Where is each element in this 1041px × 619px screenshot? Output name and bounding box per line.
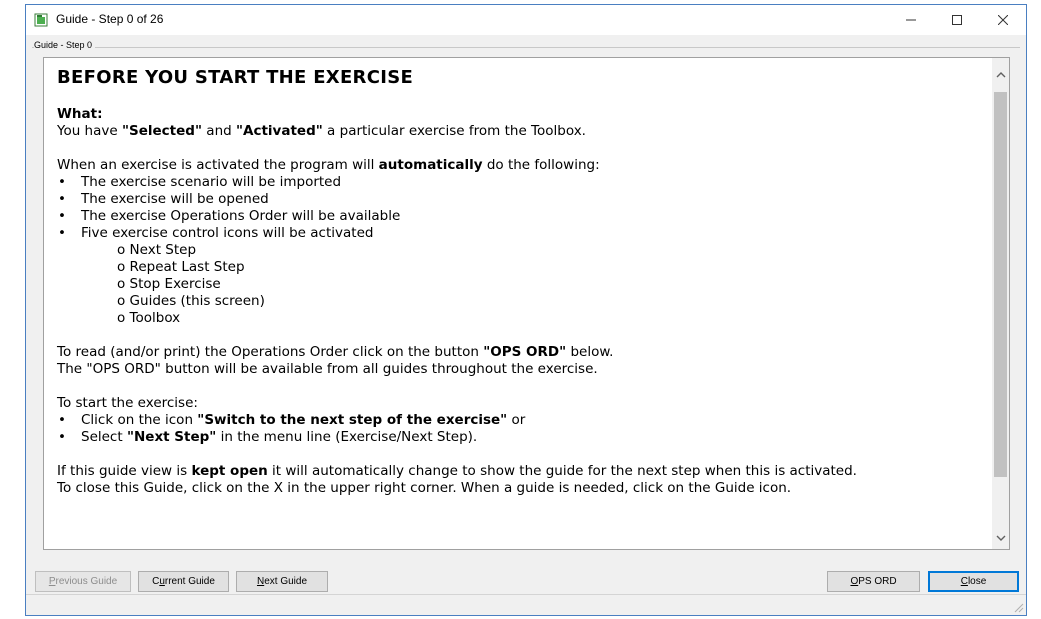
what-text: You have "Selected" and "Activated" a pa… bbox=[57, 123, 586, 139]
what-label: What: bbox=[57, 106, 103, 122]
minimize-button[interactable] bbox=[888, 5, 934, 35]
list-item: Select "Next Step" in the menu line (Exe… bbox=[57, 429, 987, 446]
list-item: Click on the icon "Switch to the next st… bbox=[57, 412, 987, 429]
list-item: o Toolbox bbox=[117, 310, 181, 326]
guide-content-panel[interactable]: BEFORE YOU START THE EXERCISE What: You … bbox=[43, 57, 1010, 550]
maximize-icon bbox=[952, 15, 962, 25]
close-icon bbox=[998, 15, 1008, 25]
status-bar bbox=[26, 594, 1026, 615]
list-item: The exercise will be opened bbox=[57, 191, 987, 208]
previous-guide-button[interactable]: Previous Guide bbox=[35, 571, 131, 592]
title-bar[interactable]: Guide - Step 0 of 26 bbox=[26, 5, 1026, 35]
current-guide-button[interactable]: Cu rrent Guide bbox=[138, 571, 229, 592]
scrollbar-thumb[interactable] bbox=[994, 92, 1007, 477]
ops-ord-button[interactable]: O PS ORD bbox=[827, 571, 920, 592]
opsord-text: To read (and/or print) the Operations Or… bbox=[57, 344, 614, 360]
auto-text: When an exercise is activated the progra… bbox=[57, 157, 600, 173]
scroll-down-button[interactable] bbox=[992, 530, 1009, 547]
start-bullet-list: Click on the icon "Switch to the next st… bbox=[57, 412, 987, 446]
guide-document: BEFORE YOU START THE EXERCISE What: You … bbox=[57, 66, 987, 497]
close-button[interactable]: Close bbox=[928, 571, 1019, 592]
list-item: o Repeat Last Step bbox=[117, 259, 245, 275]
control-icons-list: o Next Step o Repeat Last Step o Stop Ex… bbox=[57, 242, 987, 327]
auto-bullet-list: The exercise scenario will be imported T… bbox=[57, 174, 987, 242]
chevron-down-icon bbox=[996, 535, 1005, 541]
minimize-icon bbox=[906, 19, 916, 21]
list-item: Five exercise control icons will be acti… bbox=[57, 225, 987, 242]
next-guide-button[interactable]: Next Guide bbox=[236, 571, 328, 592]
resize-grip-icon[interactable] bbox=[1012, 601, 1024, 613]
window-title: Guide - Step 0 of 26 bbox=[56, 12, 164, 26]
list-item: o Stop Exercise bbox=[117, 276, 221, 292]
guide-app-icon bbox=[34, 13, 48, 27]
list-item: The exercise Operations Order will be av… bbox=[57, 208, 987, 225]
list-item: o Guides (this screen) bbox=[117, 293, 265, 309]
close-window-button[interactable] bbox=[980, 5, 1026, 35]
group-label: Guide - Step 0 bbox=[34, 40, 96, 50]
start-label: To start the exercise: bbox=[57, 395, 198, 411]
close-guide-text: To close this Guide, click on the X in t… bbox=[57, 480, 792, 496]
scroll-up-button[interactable] bbox=[992, 66, 1009, 83]
list-item: o Next Step bbox=[117, 242, 197, 258]
chevron-up-icon bbox=[996, 72, 1005, 78]
guide-window: Guide - Step 0 of 26 Guide - Step 0 BEFO… bbox=[25, 4, 1027, 616]
group-divider bbox=[32, 47, 1020, 48]
maximize-button[interactable] bbox=[934, 5, 980, 35]
kept-open-text: If this guide view is kept open it will … bbox=[57, 463, 857, 479]
list-item: The exercise scenario will be imported bbox=[57, 174, 987, 191]
vertical-scrollbar[interactable] bbox=[992, 58, 1009, 549]
guide-heading: BEFORE YOU START THE EXERCISE bbox=[57, 67, 414, 88]
opsord-availability-text: The "OPS ORD" button will be available f… bbox=[57, 361, 598, 377]
